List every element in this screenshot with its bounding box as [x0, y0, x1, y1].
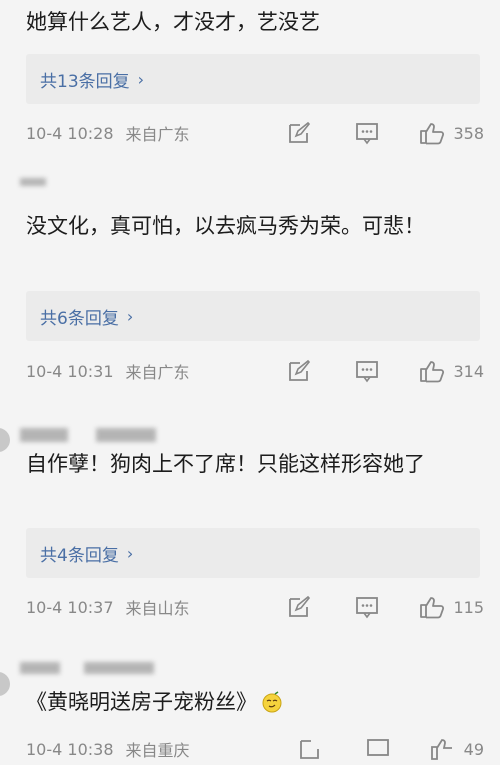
comment-text: 她算什么艺人，才没才，艺没艺 [26, 10, 320, 34]
thumbs-up-icon [430, 737, 454, 761]
replies-link[interactable]: 共4条回复 › [26, 528, 480, 578]
comment-icon[interactable] [366, 737, 390, 761]
comment-location: 来自重庆 [125, 741, 190, 760]
replies-label: 共13条回复 [40, 71, 130, 92]
comment-icon[interactable] [355, 359, 379, 383]
chevron-right-icon: › [137, 69, 145, 89]
comment-time: 10-4 10:38 [26, 739, 114, 759]
comment-location: 来自广东 [125, 363, 190, 382]
like-button[interactable]: 49 [430, 737, 484, 761]
comment-meta: 10-4 10:31 来自广东 314 [26, 359, 484, 383]
replies-label: 共6条回复 [40, 308, 119, 329]
username-redacted [20, 178, 46, 186]
smug-face-emoji [261, 688, 283, 713]
chevron-right-icon: › [126, 306, 134, 326]
replies-label: 共4条回复 [40, 545, 119, 566]
comment-text: 《黄晓明送房子宠粉丝》 [26, 684, 480, 720]
thumbs-up-icon [419, 121, 445, 145]
comment-time: 10-4 10:37 [26, 597, 114, 617]
comment-meta: 10-4 10:38 来自重庆 49 [26, 737, 484, 761]
edit-icon[interactable] [287, 359, 311, 383]
like-button[interactable]: 314 [419, 359, 484, 383]
edit-icon[interactable] [298, 737, 322, 761]
like-count: 49 [463, 739, 484, 759]
like-count: 358 [453, 123, 484, 143]
comment-time: 10-4 10:28 [26, 123, 114, 143]
comment-text-content: 《黄晓明送房子宠粉丝》 [26, 690, 257, 714]
username-redacted [20, 428, 156, 442]
edit-icon[interactable] [287, 121, 311, 145]
replies-link[interactable]: 共13条回复 › [26, 54, 480, 104]
thumbs-up-icon [419, 595, 445, 619]
comment-icon[interactable] [355, 121, 379, 145]
comment-meta: 10-4 10:37 来自山东 115 [26, 595, 484, 619]
avatar[interactable] [0, 672, 10, 696]
like-button[interactable]: 358 [419, 121, 484, 145]
username-redacted [20, 662, 154, 674]
like-count: 314 [453, 361, 484, 381]
thumbs-up-icon [419, 359, 445, 383]
comment-location: 来自山东 [125, 599, 190, 618]
avatar[interactable] [0, 428, 10, 452]
like-button[interactable]: 115 [419, 595, 484, 619]
comment-meta: 10-4 10:28 来自广东 358 [26, 121, 484, 145]
comment-location: 来自广东 [125, 125, 190, 144]
comment-time: 10-4 10:31 [26, 361, 114, 381]
replies-link[interactable]: 共6条回复 › [26, 291, 480, 341]
comment-icon[interactable] [355, 595, 379, 619]
comment-text: 没文化，真可怕，以去疯马秀为荣。可悲！ [26, 214, 425, 238]
like-count: 115 [453, 597, 484, 617]
comment-text: 自作孽！狗肉上不了席！只能这样形容她了 [26, 452, 425, 476]
chevron-right-icon: › [126, 543, 134, 563]
edit-icon[interactable] [287, 595, 311, 619]
